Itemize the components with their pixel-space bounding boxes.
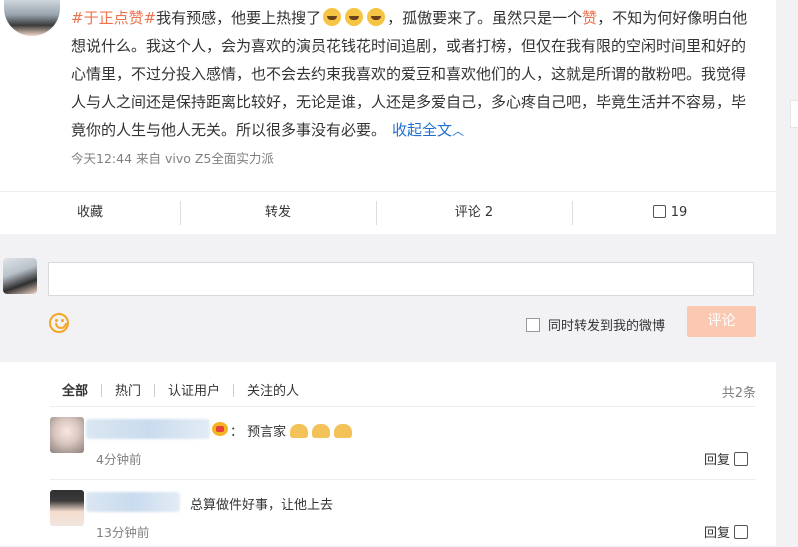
favorite-button[interactable]: 收藏 bbox=[0, 192, 180, 234]
my-avatar bbox=[3, 258, 37, 294]
pray-emoji-icon bbox=[312, 424, 331, 438]
page-background-strip bbox=[776, 0, 798, 546]
comment-text-content: ： 预言家 bbox=[230, 425, 287, 440]
post-meta: 今天12:44 来自 vivo Z5全面实力派 bbox=[71, 151, 274, 166]
thumbs-up-icon bbox=[652, 205, 666, 218]
pray-emoji-icon bbox=[334, 424, 353, 438]
comment-item: ： 预言家 4分钟前 回复 bbox=[50, 406, 756, 480]
comment-label: 评论 2 bbox=[454, 205, 494, 220]
pray-emoji-icon bbox=[290, 424, 309, 438]
repost-label: 转发 bbox=[264, 205, 291, 220]
comment-composer bbox=[0, 234, 776, 362]
favorite-label: 收藏 bbox=[76, 205, 103, 220]
post-body: #于正点赞#我有预感，他要上热搜了 ，孤傲要来了。虽然只是一个赞，不知为何好像明白… bbox=[71, 4, 751, 145]
side-panel-edge bbox=[790, 100, 798, 128]
laugh-emoji-icon bbox=[345, 8, 364, 26]
divider bbox=[154, 384, 156, 397]
like-count: 19 bbox=[670, 205, 688, 220]
highlight-word: 赞 bbox=[582, 9, 598, 27]
emoji-picker-icon[interactable] bbox=[49, 313, 69, 333]
reply-button[interactable]: 回复 bbox=[704, 449, 730, 468]
commenter-name-redacted bbox=[86, 419, 210, 439]
divider bbox=[101, 384, 103, 397]
weibo-post-card: #于正点赞#我有预感，他要上热搜了 ，孤傲要来了。虽然只是一个赞，不知为何好像明白… bbox=[0, 0, 776, 546]
submit-comment-button[interactable]: 评论 bbox=[687, 306, 756, 337]
post-text-part3: ，不知为何好像明白他想说什么。我这个人，会为喜欢的演员花钱花时间追剧，或者打榜，… bbox=[71, 9, 748, 139]
laugh-emoji-icon bbox=[367, 8, 386, 26]
comment-tabs: 全部 热门 认证用户 关注的人 bbox=[62, 380, 299, 399]
tab-all[interactable]: 全部 bbox=[62, 380, 88, 399]
chevron-up-icon: ︿ bbox=[452, 124, 465, 138]
checkbox-box[interactable] bbox=[526, 318, 540, 332]
repost-checkbox[interactable]: 同时转发到我的微博 bbox=[526, 315, 665, 334]
comment-time: 4分钟前 bbox=[96, 452, 142, 467]
post-author-avatar[interactable] bbox=[4, 0, 60, 36]
tab-verified[interactable]: 认证用户 bbox=[168, 380, 220, 399]
comment-input[interactable] bbox=[48, 262, 754, 296]
reply-button[interactable]: 回复 bbox=[704, 522, 730, 541]
comment-time: 13分钟前 bbox=[96, 525, 150, 540]
post-text-part2: ，孤傲要来了。虽然只是一个 bbox=[387, 9, 583, 27]
commenter-avatar[interactable] bbox=[50, 417, 84, 453]
collapse-text-link[interactable]: 收起全文︿ bbox=[392, 121, 464, 139]
repost-button[interactable]: 转发 bbox=[180, 192, 376, 234]
repost-checkbox-label: 同时转发到我的微博 bbox=[548, 319, 666, 334]
vip-crown-icon bbox=[212, 422, 228, 436]
divider bbox=[233, 384, 235, 397]
commenter-avatar[interactable] bbox=[50, 490, 84, 526]
like-button[interactable]: 19 bbox=[572, 192, 768, 234]
comment-text: 总算做件好事，让他上去 bbox=[190, 498, 334, 513]
comment-item: 总算做件好事，让他上去 13分钟前 回复 bbox=[50, 479, 756, 547]
laugh-emoji-icon bbox=[323, 8, 342, 26]
thumbs-up-icon[interactable] bbox=[734, 452, 748, 466]
comment-text: ： 预言家 bbox=[230, 421, 353, 440]
tab-following[interactable]: 关注的人 bbox=[247, 380, 299, 399]
topic-link[interactable]: #于正点赞# bbox=[71, 9, 156, 27]
tab-hot[interactable]: 热门 bbox=[115, 380, 141, 399]
thumbs-up-icon[interactable] bbox=[734, 525, 748, 539]
post-action-bar: 收藏 转发 评论 2 19 bbox=[0, 191, 776, 235]
comment-count: 共2条 bbox=[721, 386, 756, 401]
collapse-label: 收起全文 bbox=[392, 121, 453, 139]
comment-button[interactable]: 评论 2 bbox=[376, 192, 572, 234]
post-text-part1: 我有预感，他要上热搜了 bbox=[156, 9, 322, 27]
commenter-name-redacted bbox=[86, 492, 180, 512]
